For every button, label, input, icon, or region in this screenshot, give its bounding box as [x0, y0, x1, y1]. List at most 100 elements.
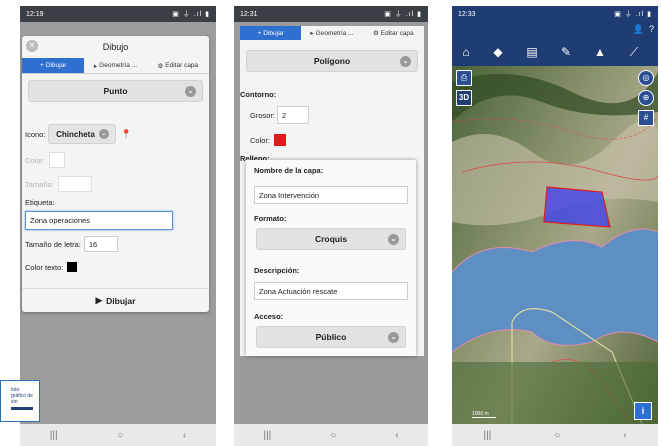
tag-input[interactable]: Zona operaciones	[25, 211, 173, 230]
layer-name-label: Nombre de la capa:	[254, 166, 324, 175]
thickness-value: 2	[282, 110, 287, 120]
tab-bar: + Dibujar ▸ Geometría ... ⚙ Editar capa	[240, 26, 424, 40]
back-button[interactable]: ‹	[395, 430, 398, 441]
map-canvas	[452, 22, 658, 424]
color-row: Color:	[25, 152, 66, 168]
tab-geometry[interactable]: ▸ Geometría ...	[301, 26, 362, 40]
home-button[interactable]: ○	[117, 430, 123, 441]
thickness-input[interactable]: 2	[277, 106, 310, 124]
tag-input-value: Zona operaciones	[30, 216, 91, 225]
icon-label: Icono:	[25, 129, 46, 139]
font-size-label: Tamaño de letra:	[25, 239, 81, 249]
tab-label: Geometría ...	[99, 62, 138, 69]
chevron-down-icon: ⌄	[400, 56, 411, 67]
geometry-select-value: Polígono	[313, 56, 351, 66]
map-icon[interactable]: ▤	[524, 44, 540, 60]
icon-row: Icono: Chincheta ⌄ 📍	[25, 124, 132, 144]
chevron-down-icon: ⌄	[388, 234, 399, 245]
recent-apps-button[interactable]: |||	[263, 430, 271, 441]
access-select[interactable]: Público ⌄	[256, 326, 406, 348]
font-size-input[interactable]: 16	[83, 236, 118, 252]
icon-select[interactable]: Chincheta ⌄	[48, 124, 117, 144]
info-button[interactable]: i	[634, 402, 652, 420]
grid-icon[interactable]: #	[638, 110, 654, 126]
scale-bar: 1000 m	[472, 411, 496, 418]
user-edit-icon: ⚙	[157, 62, 164, 70]
profile-chart-icon[interactable]: ▲	[592, 44, 608, 60]
format-select-value: Croquis	[314, 234, 348, 244]
user-icon[interactable]: 👤	[633, 24, 644, 35]
back-button[interactable]: ‹	[183, 430, 186, 441]
thickness-row: Grosor: 2	[250, 106, 310, 124]
geometry-select[interactable]: Polígono ⌄	[246, 50, 418, 72]
geometry-select[interactable]: Punto ⌄	[28, 80, 203, 102]
tab-label: Editar capa	[165, 62, 199, 69]
binoculars-icon[interactable]: ⌂	[458, 44, 474, 60]
institute-logo: tuto gráfico de ión	[0, 380, 40, 422]
3d-button[interactable]: 3D	[456, 90, 472, 106]
home-button[interactable]: ○	[554, 430, 560, 441]
tab-label: Geometría ...	[315, 29, 354, 37]
chevron-down-icon: ⌄	[98, 129, 109, 139]
draw-dialog: ✕ Dibujo + Dibujar ▸ Geometría ... ⚙ Editar…	[22, 36, 209, 312]
access-label: Acceso:	[254, 312, 284, 321]
compass-icon[interactable]: ⊕	[638, 90, 654, 106]
tab-edit-layer[interactable]: ⚙ Editar capa	[363, 26, 424, 40]
home-button[interactable]: ○	[330, 430, 336, 441]
back-button[interactable]: ‹	[623, 430, 626, 441]
recent-apps-button[interactable]: |||	[483, 430, 491, 441]
status-icons: ▣ ⏚ .ıl ▮	[384, 11, 422, 18]
plus-icon: +	[257, 29, 262, 37]
layer-save-panel: Nombre de la capa: Zona Intervención For…	[246, 160, 416, 356]
tab-draw[interactable]: + Dibujar	[240, 26, 302, 40]
map-toolbar: 👤 ? ⌂ ◆ ▤ ✎ ▲ ⟋	[452, 22, 658, 66]
description-input[interactable]: Zona Actuación rescate	[254, 282, 408, 300]
status-bar: 12:19 ▣ ⏚ .ıl ▮	[20, 6, 216, 22]
pushpin-icon: 📍	[120, 128, 132, 139]
pencil-icon[interactable]: ✎	[558, 44, 574, 60]
close-icon[interactable]: ✕	[26, 40, 38, 52]
format-select[interactable]: Croquis ⌄	[256, 228, 406, 250]
draw-button[interactable]: ▶ Dibujar	[22, 288, 209, 312]
color-swatch[interactable]	[49, 152, 66, 168]
print-icon[interactable]: ⎙	[456, 70, 472, 86]
status-bar: 12:31 ▣ ⏚ .ıl ▮	[234, 6, 428, 22]
format-label: Formato:	[254, 214, 287, 223]
font-size-value: 16	[88, 239, 98, 249]
status-time: 12:19	[26, 10, 44, 18]
tab-label: Editar capa	[380, 29, 414, 37]
ruler-icon[interactable]: ⟋	[626, 44, 642, 60]
chevron-down-icon: ⌄	[388, 332, 399, 343]
tab-edit-layer[interactable]: ⚙ Editar capa	[147, 58, 209, 73]
layer-name-input[interactable]: Zona Intervención	[254, 186, 408, 204]
locate-icon[interactable]: ◎	[638, 70, 654, 86]
contour-color-swatch[interactable]	[274, 134, 287, 146]
tab-bar: + Dibujar ▸ Geometría ... ⚙ Editar capa	[22, 58, 209, 74]
dialog-title: Dibujo	[102, 42, 129, 52]
size-label: Tamaño:	[25, 179, 54, 189]
phone-screen-draw-point: 12:19 ▣ ⏚ .ıl ▮ ✕ Dibujo + Dibujar ▸ Geome…	[20, 6, 216, 446]
tab-geometry[interactable]: ▸ Geometría ...	[84, 58, 146, 73]
size-input[interactable]	[57, 176, 92, 192]
contour-color-row: Color:	[250, 134, 287, 146]
status-icons: ▣ ⏚ .ıl ▮	[614, 11, 652, 18]
phone-screen-map: 12:33 ▣ ⏚ .ıl ▮ 👤 ? ⌂ ◆ ▤ ✎ ▲ ⟋ ⎙ 3D ◎ ⊕…	[452, 6, 658, 446]
help-button[interactable]: ?	[649, 24, 654, 34]
phone-screen-draw-polygon: 12:31 ▣ ⏚ .ıl ▮ + Dibujar ▸ Geometría ... …	[234, 6, 428, 446]
font-size-row: Tamaño de letra: 16	[25, 236, 118, 252]
contour-label: Contorno:	[240, 90, 277, 99]
color-label: Color:	[250, 135, 271, 145]
recent-apps-button[interactable]: |||	[50, 430, 58, 441]
play-icon: ▶	[95, 295, 103, 305]
status-bar: 12:33 ▣ ⏚ .ıl ▮	[452, 6, 658, 22]
tab-draw[interactable]: + Dibujar	[22, 58, 85, 73]
thickness-label: Grosor:	[250, 110, 276, 120]
text-color-swatch[interactable]	[67, 262, 78, 272]
layers-icon[interactable]: ◆	[490, 44, 506, 60]
draw-button-label: Dibujar	[106, 295, 136, 306]
logo-bar	[11, 407, 33, 410]
cursor-icon: ▸	[310, 30, 314, 37]
text-color-label: Color texto:	[25, 262, 64, 272]
satellite-map[interactable]: 👤 ? ⌂ ◆ ▤ ✎ ▲ ⟋ ⎙ 3D ◎ ⊕ # 1000 m i	[452, 22, 658, 424]
size-row: Tamaño:	[25, 176, 92, 192]
